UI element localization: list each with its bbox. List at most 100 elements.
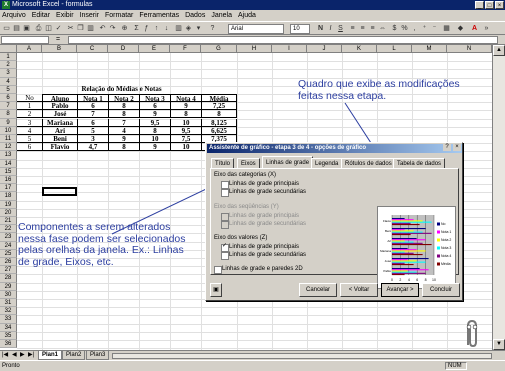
save-icon[interactable]: ▣ xyxy=(22,24,31,33)
table-cell[interactable]: 9,5 xyxy=(139,118,170,127)
column-header[interactable]: H xyxy=(237,45,272,53)
table-cell[interactable]: 7 xyxy=(77,110,108,119)
menu-janela[interactable]: Janela xyxy=(211,12,232,19)
table-cell[interactable]: 8 xyxy=(201,110,237,119)
table-cell[interactable]: 7 xyxy=(108,118,139,127)
ser-major-gridlines-checkbox[interactable]: Linhas de grade principais xyxy=(221,213,299,221)
close-button[interactable]: × xyxy=(495,1,504,9)
table-cell[interactable]: 4,7 xyxy=(77,143,108,152)
help-icon[interactable]: ? xyxy=(208,24,217,33)
table-cell[interactable]: 8 xyxy=(108,110,139,119)
minimize-button[interactable]: _ xyxy=(475,1,484,9)
table-cell[interactable]: Mariana xyxy=(42,118,77,127)
currency-icon[interactable]: $ xyxy=(390,24,399,33)
row-header[interactable]: 22 xyxy=(0,225,17,234)
finish-button[interactable]: Concluir xyxy=(422,283,460,297)
table-header-cell[interactable]: Nota 1 xyxy=(77,94,108,103)
table-cell[interactable]: Pablo xyxy=(42,102,77,111)
table-cell[interactable]: 5 xyxy=(77,126,108,135)
tab-rotulos-de-dados[interactable]: Rótulos de dados xyxy=(341,158,396,168)
table-cell[interactable]: 6 xyxy=(139,102,170,111)
column-header[interactable]: J xyxy=(307,45,342,53)
function-icon[interactable]: ƒ xyxy=(142,24,151,33)
row-header[interactable]: 9 xyxy=(0,118,17,127)
paste-icon[interactable]: ▥ xyxy=(86,24,95,33)
cat-minor-gridlines-checkbox[interactable]: Linhas de grade secundárias xyxy=(221,189,306,197)
row-header[interactable]: 35 xyxy=(0,331,17,340)
row-header[interactable]: 12 xyxy=(0,143,17,152)
align-left-icon[interactable]: ≡ xyxy=(348,24,357,33)
column-header[interactable]: K xyxy=(342,45,377,53)
row-header[interactable]: 20 xyxy=(0,208,17,217)
row-header[interactable]: 16 xyxy=(0,176,17,185)
row-header[interactable]: 4 xyxy=(0,77,17,86)
cat-major-gridlines-checkbox[interactable]: Linhas de grade principais xyxy=(221,181,299,189)
horizontal-scrollbar[interactable] xyxy=(112,353,492,359)
name-box[interactable] xyxy=(1,36,49,44)
row-header[interactable]: 19 xyxy=(0,200,17,209)
table-header-cell[interactable]: Nota 3 xyxy=(139,94,170,103)
column-header[interactable]: N xyxy=(447,45,492,53)
row-header[interactable]: 26 xyxy=(0,258,17,267)
row-header[interactable]: 17 xyxy=(0,184,17,193)
column-header[interactable]: F xyxy=(170,45,201,53)
table-header-cell[interactable]: Nota 4 xyxy=(170,94,201,103)
table-cell[interactable]: 4 xyxy=(17,127,42,135)
row-header[interactable]: 24 xyxy=(0,241,17,250)
increase-decimal-icon[interactable]: ⁺ xyxy=(420,24,429,33)
menu-ajuda[interactable]: Ajuda xyxy=(238,12,256,19)
decrease-decimal-icon[interactable]: ⁻ xyxy=(430,24,439,33)
table-cell[interactable]: 8 xyxy=(108,143,139,152)
row-header[interactable]: 10 xyxy=(0,126,17,135)
tab-legenda[interactable]: Legenda xyxy=(311,158,343,168)
active-cell-cursor[interactable] xyxy=(42,187,77,196)
row-header[interactable]: 15 xyxy=(0,167,17,176)
sort-desc-icon[interactable]: ↓ xyxy=(162,24,171,33)
office-assistant-button[interactable]: ▣ xyxy=(210,283,222,297)
align-center-icon[interactable]: ≡ xyxy=(358,24,367,33)
drawing-icon[interactable]: ◈ xyxy=(184,24,193,33)
row-header[interactable]: 31 xyxy=(0,299,17,308)
row-header[interactable]: 1 xyxy=(0,53,17,62)
table-cell[interactable]: 10 xyxy=(139,135,170,143)
row-header[interactable]: 3 xyxy=(0,69,17,78)
tab-scroll-first-icon[interactable]: |◀ xyxy=(2,351,8,360)
scroll-down-icon[interactable]: ▼ xyxy=(493,339,505,350)
align-right-icon[interactable]: ≡ xyxy=(368,24,377,33)
val-major-gridlines-checkbox[interactable]: ✓ Linhas de grade principais xyxy=(221,243,299,252)
merge-center-icon[interactable]: ⇔ xyxy=(378,24,387,33)
maximize-button[interactable]: □ xyxy=(485,1,494,9)
copy-icon[interactable]: ❐ xyxy=(76,24,85,33)
row-header[interactable]: 13 xyxy=(0,151,17,160)
row-header[interactable]: 18 xyxy=(0,192,17,201)
table-cell[interactable]: 6 xyxy=(77,118,108,127)
borders-icon[interactable]: ▦ xyxy=(442,24,451,33)
row-header[interactable]: 14 xyxy=(0,159,17,168)
font-size-select[interactable]: 10 xyxy=(290,24,310,34)
scroll-up-icon[interactable]: ▲ xyxy=(493,45,505,56)
table-header-cell[interactable]: Média xyxy=(201,94,237,103)
sort-asc-icon[interactable]: ↑ xyxy=(152,24,161,33)
dialog-help-button[interactable]: ? xyxy=(443,144,451,151)
column-header[interactable]: B xyxy=(42,45,77,53)
tab-scroll-prev-icon[interactable]: ◀ xyxy=(12,351,17,360)
column-header[interactable]: M xyxy=(412,45,447,53)
row-header[interactable]: 28 xyxy=(0,274,17,283)
table-cell[interactable]: 9 xyxy=(170,102,201,111)
column-header[interactable]: L xyxy=(377,45,412,53)
table-cell[interactable]: 6,625 xyxy=(201,126,237,135)
font-name-select[interactable]: Arial xyxy=(228,24,284,34)
menu-exibir[interactable]: Exibir xyxy=(56,12,74,19)
open-folder-icon[interactable]: ▤ xyxy=(12,24,21,33)
menu-arquivo[interactable]: Arquivo xyxy=(2,12,26,19)
ser-minor-gridlines-checkbox[interactable]: Linhas de grade secundárias xyxy=(221,221,306,229)
cancel-button[interactable]: Cancelar xyxy=(299,283,337,297)
table-cell[interactable]: 3 xyxy=(77,135,108,143)
table-cell[interactable]: 8,125 xyxy=(201,118,237,127)
table-cell[interactable]: 6 xyxy=(77,102,108,111)
table-cell[interactable]: 10 xyxy=(170,143,201,152)
row-header[interactable]: 21 xyxy=(0,217,17,226)
table-header-cell[interactable]: Nota 2 xyxy=(108,94,139,103)
table-cell[interactable]: 5 xyxy=(17,135,42,143)
row-header[interactable]: 36 xyxy=(0,340,17,349)
